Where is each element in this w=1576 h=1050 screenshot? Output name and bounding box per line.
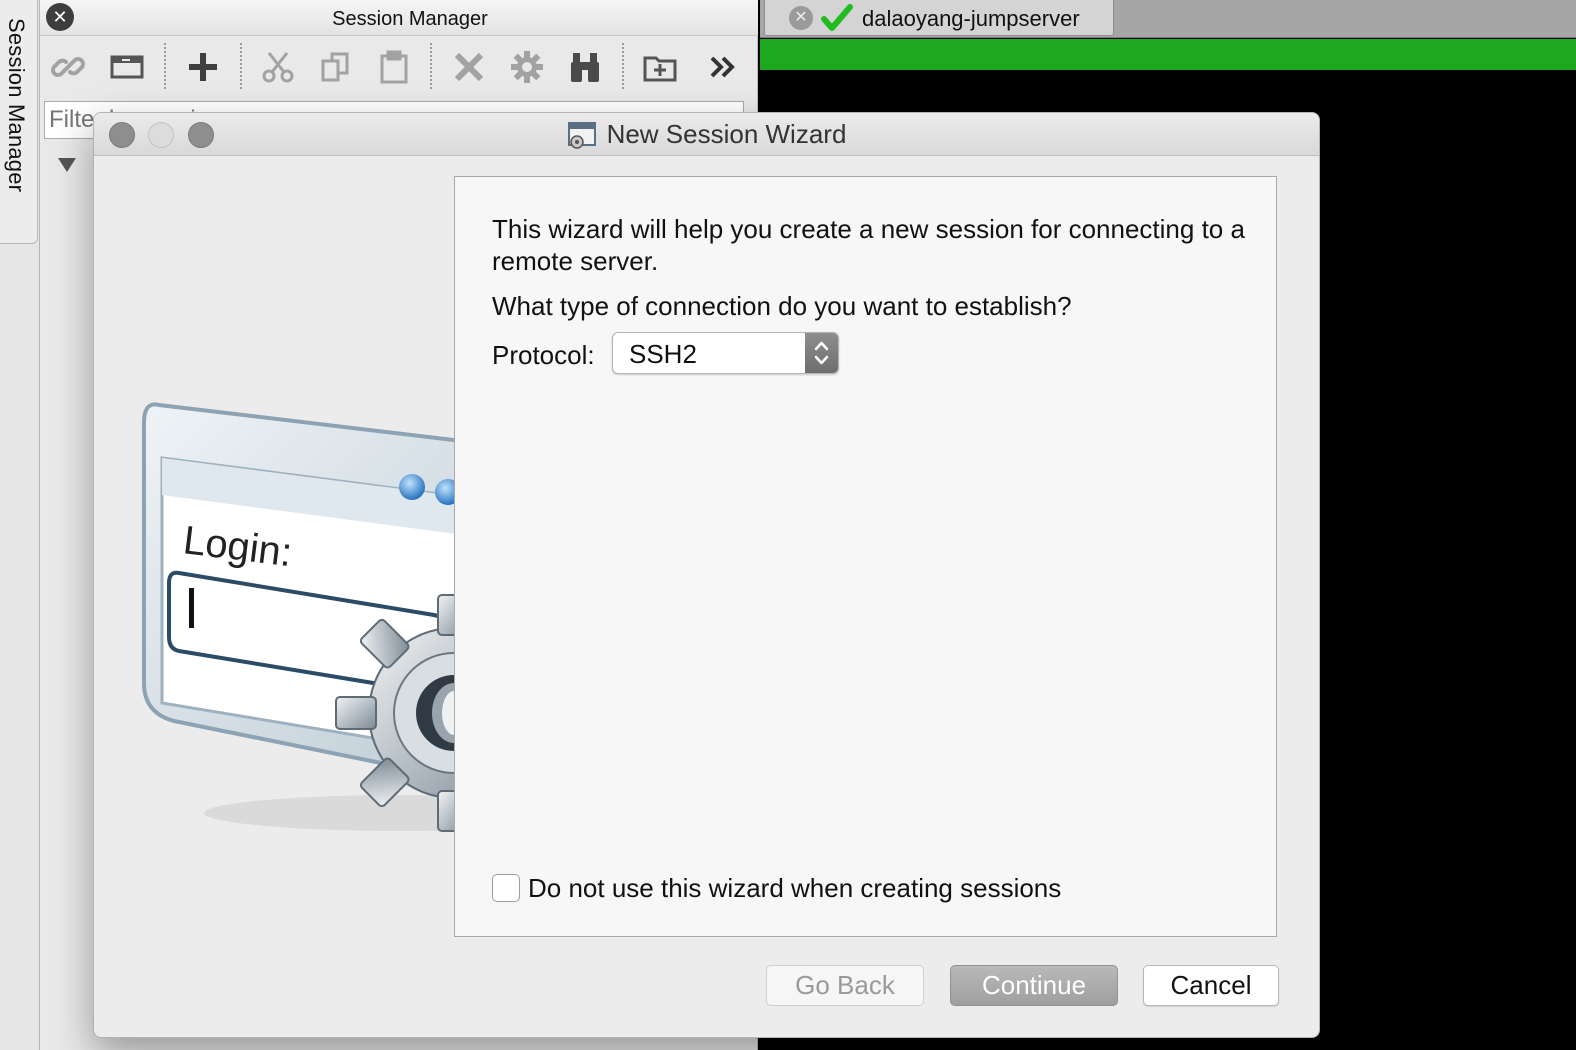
copy-icon[interactable]	[316, 47, 356, 87]
tree-expand-arrow-icon[interactable]	[58, 158, 76, 172]
cancel-button[interactable]: Cancel	[1143, 965, 1279, 1006]
properties-icon[interactable]	[507, 47, 547, 87]
cut-icon[interactable]	[258, 47, 298, 87]
skip-wizard-checkbox[interactable]	[492, 874, 520, 902]
session-manager-vertical-tab-label: Session Manager	[4, 18, 29, 193]
go-back-button[interactable]: Go Back	[766, 965, 924, 1006]
terminal-tab[interactable]: ✕ dalaoyang-jumpserver	[764, 0, 1114, 36]
new-session-wizard-dialog: New Session Wizard Login: This wizard wi…	[93, 112, 1320, 1038]
session-manager-toolbar	[40, 37, 758, 95]
session-manager-vertical-tab[interactable]: Session Manager	[0, 0, 38, 244]
new-folder-icon[interactable]	[640, 47, 680, 87]
toolbar-separator	[622, 43, 624, 89]
session-manager-title: Session Manager	[332, 8, 488, 30]
connection-type-question: What type of connection do you want to e…	[492, 291, 1072, 321]
session-manager-side-panel: Session Manager	[0, 0, 40, 1050]
toolbar-separator	[430, 43, 432, 89]
continue-button[interactable]: Continue	[950, 965, 1118, 1006]
terminal-tab-bar: ✕ dalaoyang-jumpserver	[760, 0, 1576, 38]
wizard-content-panel: This wizard will help you create a new s…	[454, 176, 1277, 937]
wizard-title-bar: New Session Wizard	[94, 113, 1319, 156]
add-icon[interactable]	[183, 47, 223, 87]
protocol-select[interactable]: SSH2	[612, 332, 839, 374]
toolbar-separator	[164, 43, 166, 89]
connected-check-icon	[821, 4, 853, 31]
terminal-status-bar	[760, 39, 1576, 70]
protocol-label: Protocol:	[492, 340, 595, 370]
select-stepper-icon[interactable]	[805, 333, 838, 373]
protocol-selected-value: SSH2	[629, 339, 697, 369]
text-cursor-icon	[189, 588, 194, 628]
toolbar-separator	[240, 43, 242, 89]
skip-wizard-checkbox-label[interactable]: Do not use this wizard when creating ses…	[528, 873, 1061, 904]
wizard-intro-text: This wizard will help you create a new s…	[492, 214, 1245, 276]
find-icon[interactable]	[565, 47, 605, 87]
terminal-tab-label: dalaoyang-jumpserver	[862, 6, 1080, 31]
session-manager-header: ✕ Session Manager	[40, 0, 758, 36]
new-tab-icon[interactable]	[107, 47, 147, 87]
session-window-icon	[567, 121, 596, 149]
delete-icon[interactable]	[449, 47, 489, 87]
tab-close-icon[interactable]: ✕	[789, 6, 813, 30]
more-icon[interactable]	[703, 47, 743, 87]
link-icon[interactable]	[48, 47, 88, 87]
paste-icon[interactable]	[374, 47, 414, 87]
wizard-title: New Session Wizard	[606, 119, 847, 149]
